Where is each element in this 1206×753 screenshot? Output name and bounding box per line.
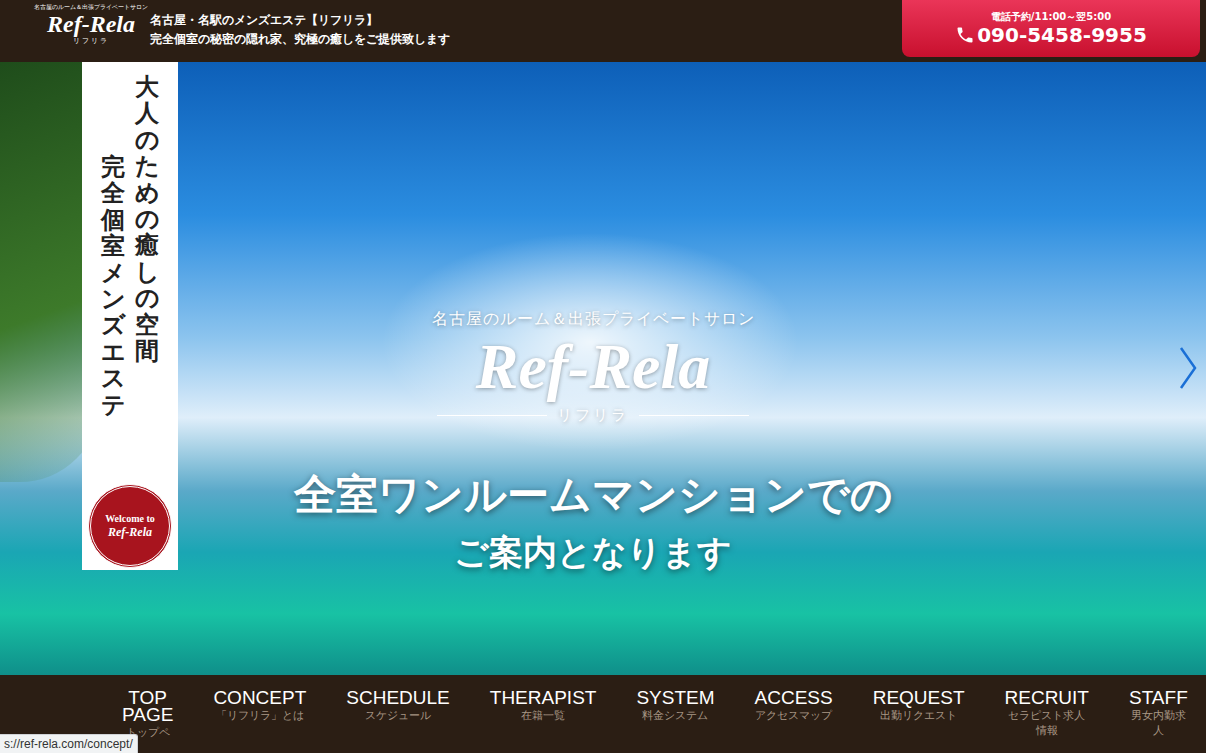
hero-banner: 大人のための癒しの空間完全個室メンズエステWelcome toRef-Rela名… (0, 62, 1206, 675)
nav-item[interactable]: TOP PAGEトップペ (122, 689, 173, 740)
nav-sublabel: 料金システム (642, 708, 708, 723)
nav-item[interactable]: CONCEPT 「リフリラ」とは (213, 689, 306, 723)
nav-label: REQUEST (873, 689, 965, 706)
site-title: 名古屋・名駅のメンズエステ【リフリラ】 (150, 13, 450, 28)
nav-sublabel: 「リフリラ」とは (216, 708, 304, 723)
rule (437, 415, 547, 416)
nav-item[interactable]: REQUEST 出勤リクエスト (873, 689, 965, 723)
rule (639, 415, 749, 416)
hero-headline: 全室ワンルームマンションでの (294, 468, 893, 522)
nav-label: CONCEPT (213, 689, 306, 706)
nav-item[interactable]: SYSTEM 料金システム (636, 689, 714, 723)
welcome-stamp: Welcome toRef-Rela (88, 484, 172, 568)
hero-tagline: 名古屋のルーム＆出張プライベートサロン (432, 308, 755, 330)
nav-item[interactable]: STAFF 男女内勤求人 (1129, 689, 1188, 738)
hero-reading: リフリラ (557, 404, 629, 426)
nav-item[interactable]: RECRUIT セラピスト求人情報 (1005, 689, 1089, 738)
nav-sublabel: アクセスマップ (755, 708, 832, 723)
nav-item[interactable]: SCHEDULE スケジュール (346, 689, 449, 723)
nav-label: ACCESS (755, 689, 833, 706)
logo[interactable]: 名古屋のルーム＆出張プライベートサロンRef-Relaリフリラ (36, 0, 146, 46)
logo-reading: リフリラ (73, 37, 109, 46)
nav-item[interactable]: THERAPIST 在籍一覧 (490, 689, 597, 723)
phone-hours: 電話予約/11:00～翌5:00 (991, 11, 1111, 23)
nav-label: SCHEDULE (346, 689, 449, 706)
logo-tagline: 名古屋のルーム＆出張プライベートサロン (34, 3, 148, 11)
vertical-panel: 大人のための癒しの空間完全個室メンズエステ Welcome toRef-Rela (82, 62, 178, 570)
hero-subline: ご案内となります (454, 530, 732, 574)
next-arrow-icon[interactable] (1178, 346, 1198, 390)
nav-label: SYSTEM (636, 689, 714, 706)
page: 名古屋のルーム＆出張プライベートサロンRef-Relaリフリラ名古屋・名駅のメン… (0, 0, 1206, 753)
nav-sublabel: 男女内勤求人 (1129, 708, 1188, 738)
nav-label: RECRUIT (1005, 689, 1089, 706)
hero-reading-row: リフリラ (437, 404, 749, 426)
nav-sublabel: スケジュール (365, 708, 431, 723)
nav-sublabel: 出勤リクエスト (880, 708, 957, 723)
stamp-name: Ref-Rela (108, 525, 152, 539)
stamp-top: Welcome to (105, 513, 155, 525)
status-bar-url: s://ref-rela.com/concept/ (0, 734, 138, 753)
nav-label: TOP PAGE (122, 689, 173, 723)
vertical-text: 大人のための癒しの空間 (135, 74, 159, 364)
phone-icon (955, 25, 975, 45)
site-subtitle: 完全個室の秘密の隠れ家、究極の癒しをご提供致します (150, 32, 450, 47)
nav-sublabel: 在籍一覧 (521, 708, 565, 723)
phone-row: 090-5458-9955 (955, 23, 1147, 47)
logo-name: Ref-Rela (47, 11, 135, 37)
nav-label: THERAPIST (490, 689, 597, 706)
site-header: 名古屋のルーム＆出張プライベートサロンRef-Relaリフリラ名古屋・名駅のメン… (0, 0, 1206, 62)
vertical-columns: 大人のための癒しの空間完全個室メンズエステ (101, 74, 159, 418)
nav-item[interactable]: ACCESS アクセスマップ (755, 689, 833, 723)
vertical-text: 完全個室メンズエステ (101, 154, 125, 418)
phone-number: 090-5458-9955 (977, 23, 1147, 47)
main-nav: TOP PAGEトップペ CONCEPT 「リフリラ」とは SCHEDULE スケジュー… (0, 675, 1206, 753)
nav-label: STAFF (1129, 689, 1188, 706)
header-text: 名古屋・名駅のメンズエステ【リフリラ】完全個室の秘密の隠れ家、究極の癒しをご提供… (146, 0, 450, 47)
nav-sublabel: セラピスト求人情報 (1005, 708, 1089, 738)
phone-button[interactable]: 電話予約/11:00～翌5:00090-5458-9955 (902, 0, 1200, 57)
hero-content: 名古屋のルーム＆出張プライベートサロンRef-Relaリフリラ全室ワンルームマン… (294, 62, 893, 675)
hero-logo: Ref-Rela (476, 330, 711, 404)
